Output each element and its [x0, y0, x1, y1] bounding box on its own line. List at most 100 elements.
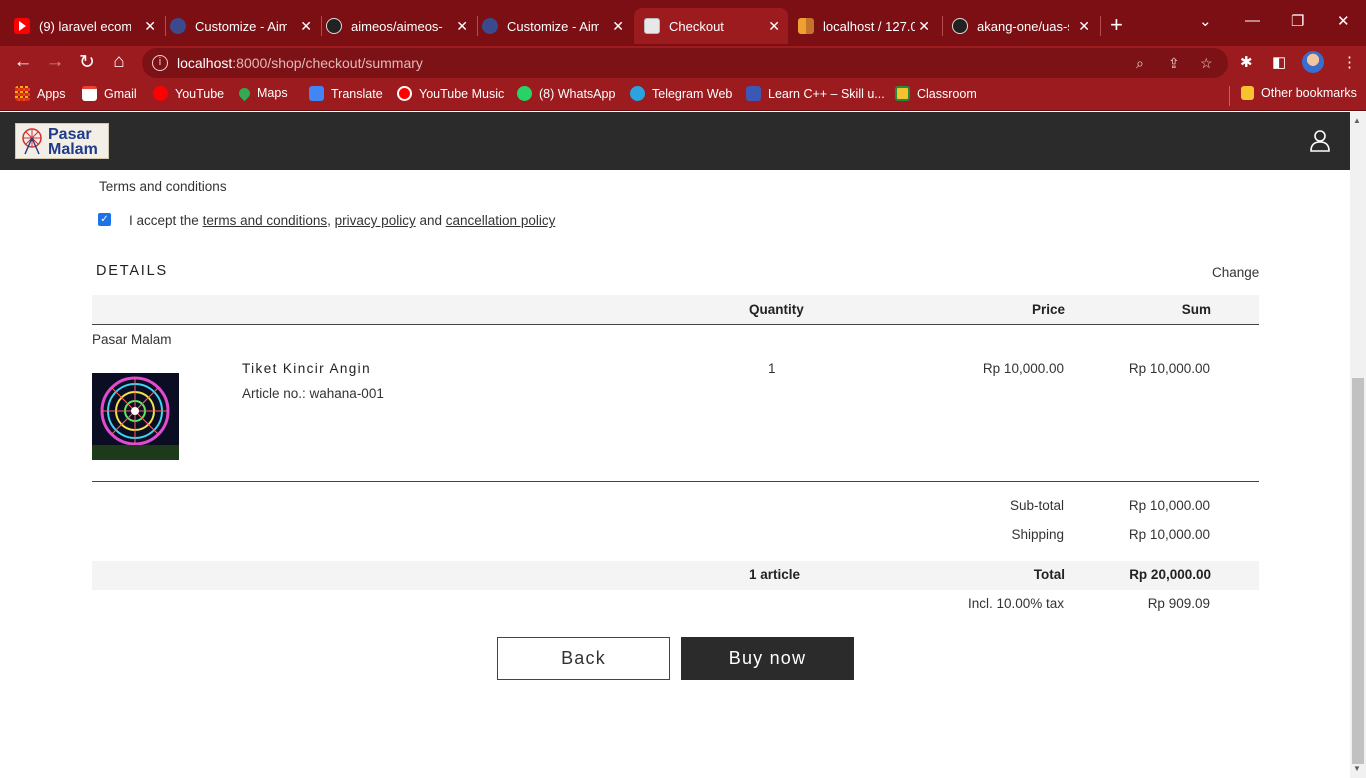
tab-title: localhost / 127.0. — [823, 18, 915, 34]
zoom-icon[interactable]: ⌕ — [1136, 55, 1144, 72]
address-url: localhost:8000/shop/checkout/summary — [177, 55, 423, 71]
tab-title: Customize - Aime — [507, 18, 599, 34]
tab-youtube[interactable]: (9) laravel ecomm ✕ — [14, 8, 164, 44]
article-count: 1 article — [749, 567, 801, 582]
other-bookmarks[interactable]: Other bookmarks — [1241, 86, 1357, 100]
url-path: :8000/shop/checkout/summary — [232, 55, 423, 71]
shipping-label: Shipping — [1011, 527, 1064, 542]
comma-text: , — [327, 213, 331, 228]
user-account-icon[interactable] — [1310, 130, 1330, 152]
site-logo[interactable]: Pasar Malam — [15, 123, 109, 159]
tab-divider — [942, 16, 943, 36]
tab-title: (9) laravel ecomm — [39, 18, 131, 34]
share-icon[interactable]: ⇪ — [1168, 55, 1180, 72]
tab-customize-aimeos-2[interactable]: Customize - Aime ✕ — [482, 8, 632, 44]
close-tab-icon[interactable]: ✕ — [612, 18, 624, 35]
tax-value: Rp 909.09 — [1147, 596, 1210, 611]
menu-kebab-icon[interactable]: ⋮ — [1342, 53, 1357, 71]
cancellation-policy-link[interactable]: cancellation policy — [446, 213, 556, 228]
logo-text-line2: Malam — [48, 141, 98, 158]
minimize-icon[interactable]: — — [1245, 12, 1260, 29]
tab-title: Customize - Aime — [195, 18, 287, 34]
price-column-header: Price — [1031, 302, 1065, 317]
reload-icon[interactable]: ↻ — [76, 51, 98, 74]
vendor-name: Pasar Malam — [92, 332, 172, 347]
youtube-music-icon — [397, 86, 412, 101]
terms-link[interactable]: terms and conditions — [203, 213, 328, 228]
translate-icon — [309, 86, 324, 101]
change-link[interactable]: Change — [1212, 265, 1259, 280]
close-tab-icon[interactable]: ✕ — [768, 18, 780, 35]
tab-divider — [321, 16, 322, 36]
bookmark-label: Translate — [331, 86, 383, 101]
close-window-icon[interactable]: ✕ — [1337, 12, 1350, 30]
apps-grid-icon — [15, 86, 30, 101]
extensions-icon[interactable]: ✱ — [1240, 53, 1253, 71]
back-arrow-icon[interactable]: ← — [12, 51, 34, 73]
tab-checkout[interactable]: Checkout ✕ — [634, 8, 788, 44]
bookmark-classroom[interactable]: Classroom — [895, 86, 977, 101]
close-tab-icon[interactable]: ✕ — [1078, 18, 1090, 35]
checkout-summary: Terms and conditions ✓ I accept the term… — [0, 170, 1350, 778]
tab-divider — [477, 16, 478, 36]
close-tab-icon[interactable]: ✕ — [918, 18, 930, 35]
scrollbar-thumb[interactable] — [1352, 378, 1364, 764]
tax-label: Incl. 10.00% tax — [967, 596, 1064, 611]
table-divider — [92, 481, 1259, 482]
aimeos-icon — [170, 18, 186, 34]
bookmark-label: YouTube Music — [419, 86, 505, 101]
back-button[interactable]: Back — [497, 637, 670, 680]
tab-phpmyadmin[interactable]: localhost / 127.0. ✕ — [798, 8, 938, 44]
new-tab-icon[interactable]: + — [1110, 12, 1123, 38]
side-panel-icon[interactable]: ◧ — [1272, 53, 1286, 71]
bookmark-telegram[interactable]: Telegram Web — [630, 86, 732, 101]
folder-icon — [1241, 86, 1254, 100]
bookmark-learn-cpp[interactable]: Learn C++ – Skill u... — [746, 86, 885, 101]
bookmark-youtube-music[interactable]: YouTube Music — [397, 86, 504, 101]
tab-github-uas[interactable]: akang-one/uas-s ✕ — [952, 8, 1098, 44]
basket-table-header: Quantity Price Sum — [92, 295, 1259, 325]
bookmark-label: Telegram Web — [652, 86, 733, 101]
terms-accept-label: I accept the terms and conditions, priva… — [129, 213, 555, 228]
product-image[interactable] — [92, 373, 179, 460]
close-tab-icon[interactable]: ✕ — [144, 18, 156, 35]
bookmark-gmail[interactable]: Gmail — [82, 86, 137, 101]
privacy-policy-link[interactable]: privacy policy — [335, 213, 416, 228]
close-tab-icon[interactable]: ✕ — [300, 18, 312, 35]
tab-github-aimeos[interactable]: aimeos/aimeos-la ✕ — [326, 8, 476, 44]
item-sum: Rp 10,000.00 — [1128, 361, 1210, 376]
site-info-icon[interactable]: i — [152, 55, 168, 71]
bookmark-apps[interactable]: Apps — [15, 86, 66, 101]
terms-checkbox[interactable]: ✓ — [98, 213, 111, 226]
close-tab-icon[interactable]: ✕ — [456, 18, 468, 35]
bookmark-label: Gmail — [104, 86, 137, 101]
github-icon — [952, 18, 968, 34]
profile-avatar[interactable] — [1302, 51, 1324, 73]
bookmark-translate[interactable]: Translate — [309, 86, 383, 101]
bookmark-star-icon[interactable]: ☆ — [1200, 55, 1213, 72]
bookmark-label: Maps — [257, 86, 288, 100]
telegram-icon — [630, 86, 645, 101]
tab-customize-aimeos[interactable]: Customize - Aime ✕ — [170, 8, 320, 44]
article-number: Article no.: wahana-001 — [242, 386, 384, 401]
restore-icon[interactable]: ❐ — [1291, 12, 1304, 30]
subtotal-label: Sub-total — [1009, 498, 1064, 513]
bookmark-label: YouTube — [175, 86, 225, 101]
bookmark-label: Apps — [37, 86, 66, 101]
bookmarks-bar: Apps Gmail YouTube Maps Translate YouTub… — [0, 80, 1366, 111]
scroll-up-icon[interactable]: ▲ — [1353, 116, 1361, 125]
bookmark-label: Learn C++ – Skill u... — [768, 86, 885, 101]
scroll-down-icon[interactable]: ▼ — [1353, 764, 1361, 773]
forward-arrow-icon[interactable]: → — [44, 51, 66, 73]
home-icon[interactable]: ⌂ — [108, 51, 130, 73]
url-host: localhost — [177, 55, 233, 71]
bookmark-youtube[interactable]: YouTube — [153, 86, 224, 101]
tab-search-chevron-icon[interactable]: ⌄ — [1199, 12, 1212, 30]
address-bar[interactable]: i localhost:8000/shop/checkout/summary ⌕… — [142, 48, 1228, 78]
product-name[interactable]: Tiket Kincir Angin — [242, 361, 371, 376]
pasar-malam-icon — [644, 18, 660, 34]
page-scrollbar[interactable]: ▲ ▼ — [1350, 112, 1366, 778]
buy-now-button[interactable]: Buy now — [681, 637, 854, 680]
bookmark-maps[interactable]: Maps — [236, 85, 288, 101]
bookmark-whatsapp[interactable]: (8) WhatsApp — [517, 86, 615, 101]
